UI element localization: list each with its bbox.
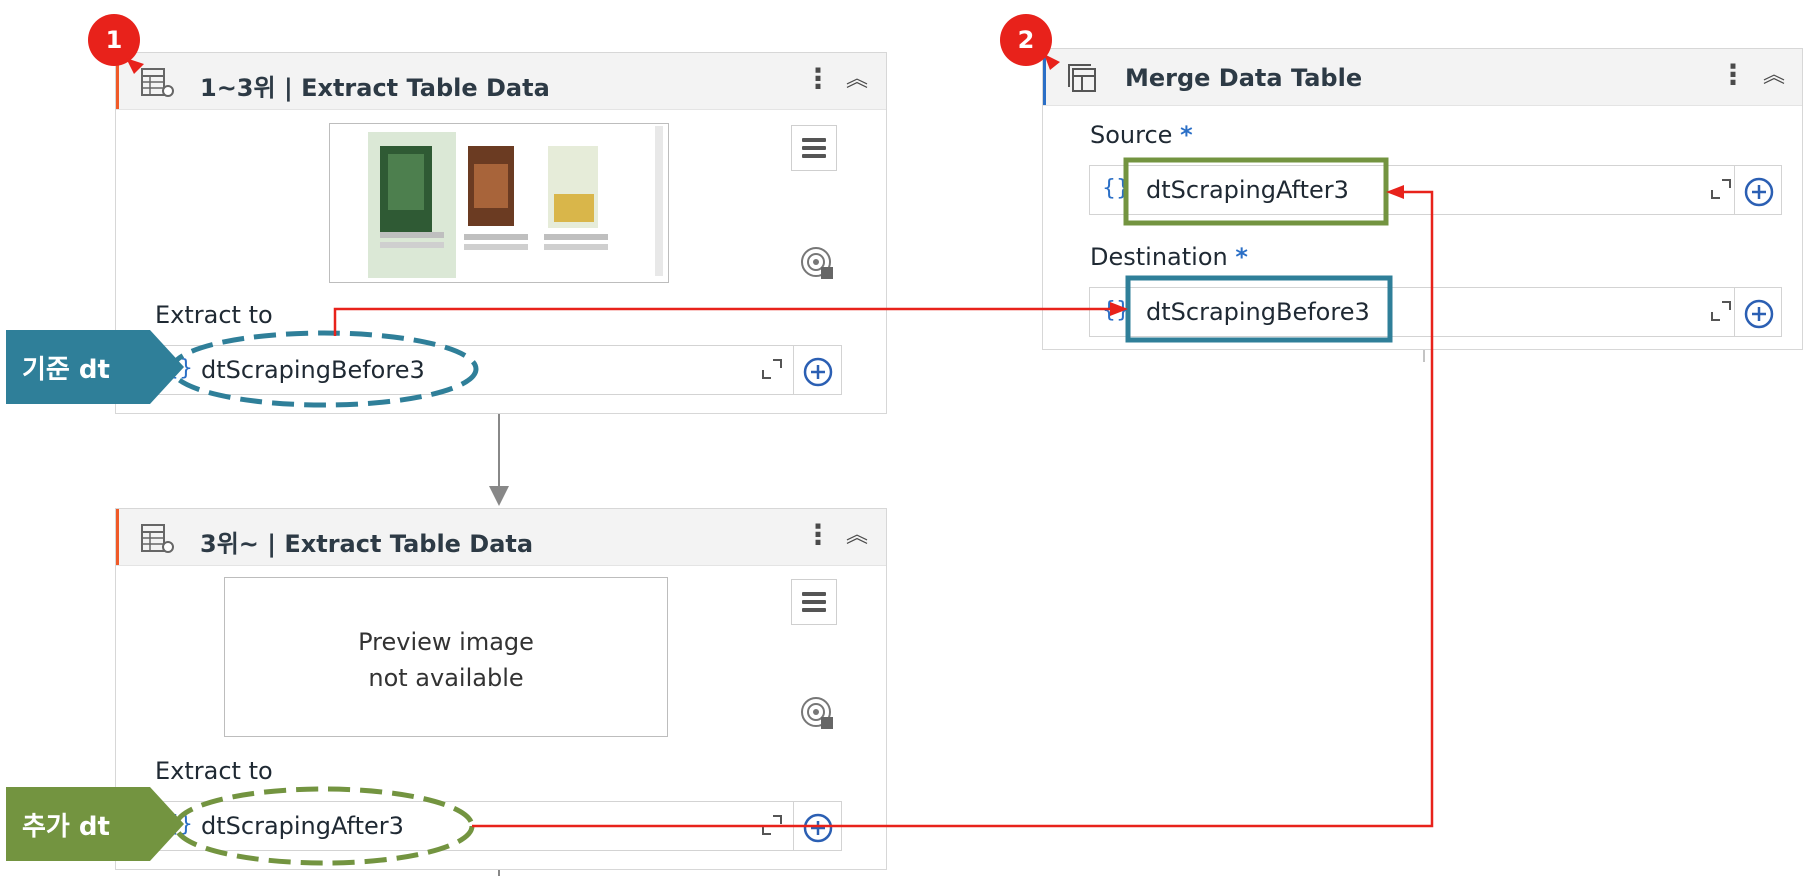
step-badge-2: 2 [1000,14,1052,66]
badge-pointer [126,54,1060,74]
